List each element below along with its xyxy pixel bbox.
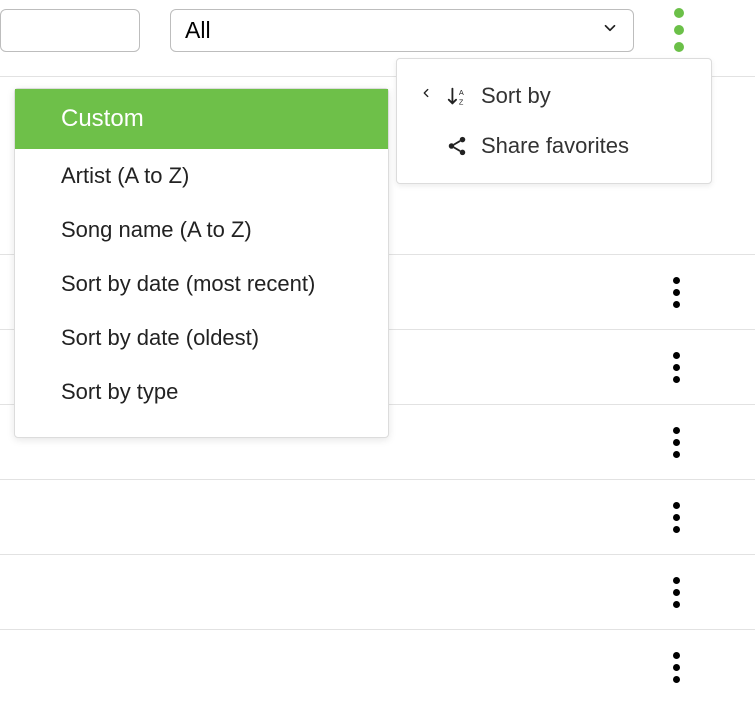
context-menu: A Z Sort by Share favorites: [396, 58, 712, 184]
filter-dropdown[interactable]: All: [170, 9, 634, 52]
list-row: [0, 629, 755, 704]
sort-option-type[interactable]: Sort by type: [15, 365, 388, 419]
svg-text:Z: Z: [459, 97, 464, 106]
list-row: [0, 479, 755, 554]
share-favorites-menu-item[interactable]: Share favorites: [397, 121, 711, 171]
sort-option-date_recent[interactable]: Sort by date (most recent): [15, 257, 388, 311]
top-bar: All: [0, 0, 755, 60]
share-icon: [445, 134, 469, 158]
sort-by-menu-item[interactable]: A Z Sort by: [397, 71, 711, 121]
filter-input[interactable]: [0, 9, 140, 52]
chevron-left-icon: [419, 83, 433, 109]
row-more-icon[interactable]: [673, 577, 680, 608]
filter-dropdown-value: All: [185, 17, 211, 44]
row-more-icon[interactable]: [673, 427, 680, 458]
sort-option-date_oldest[interactable]: Sort by date (oldest): [15, 311, 388, 365]
chevron-down-icon: [601, 19, 619, 42]
row-more-icon[interactable]: [673, 277, 680, 308]
sort-option-song[interactable]: Song name (A to Z): [15, 203, 388, 257]
list-row: [0, 554, 755, 629]
sort-az-icon: A Z: [445, 84, 469, 108]
share-label: Share favorites: [481, 133, 629, 159]
svg-text:A: A: [459, 88, 464, 97]
sort-option-artist[interactable]: Artist (A to Z): [15, 149, 388, 203]
row-more-icon[interactable]: [673, 352, 680, 383]
sort-options-menu: CustomArtist (A to Z)Song name (A to Z)S…: [14, 88, 389, 438]
sort-by-label: Sort by: [481, 83, 551, 109]
row-more-icon[interactable]: [673, 502, 680, 533]
more-options-icon[interactable]: [674, 8, 684, 52]
row-more-icon[interactable]: [673, 652, 680, 683]
sort-option-custom[interactable]: Custom: [15, 89, 388, 149]
